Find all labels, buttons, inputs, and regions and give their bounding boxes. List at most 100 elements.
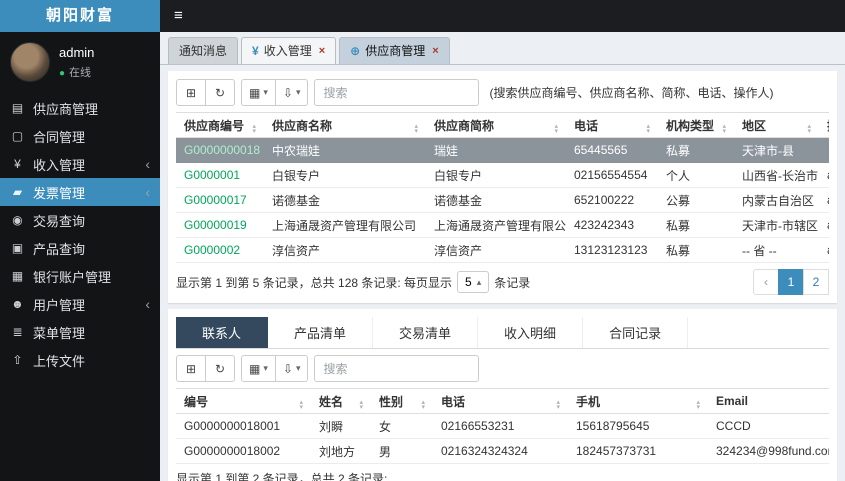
refresh-button[interactable]: ↻ <box>205 79 235 106</box>
table-row[interactable]: G0000000018 中农瑞娃 瑞娃 65445565 私募 天津市-县 <box>176 137 829 163</box>
circle-plus-icon: ⊕ <box>350 43 361 58</box>
column-header[interactable]: 供应商名称 ▴ ▾ <box>264 112 426 138</box>
toggle-view-button[interactable]: ⊞ <box>176 79 206 106</box>
column-header[interactable]: 操作人▴▾ <box>819 112 829 138</box>
sort-icon: ▴ ▾ <box>359 398 363 411</box>
user-panel: admin ● 在线 <box>0 32 160 94</box>
table-cell: 上海通晟资产管理有限公司 <box>264 212 426 238</box>
table-cell: 私募 <box>658 137 734 163</box>
invoice-icon: ▰ <box>12 185 23 199</box>
sidebar-item-invoice-management[interactable]: ▰ 发票管理 ‹ <box>0 178 160 206</box>
table-row[interactable]: G0000000018001 刘瞬女 02166553231 15618795645 C… <box>176 413 829 439</box>
detail-tab-contract-records[interactable]: 合同记录 <box>583 317 689 348</box>
sidebar-item-product-query[interactable]: ▣ 产品查询 <box>0 234 160 262</box>
table-cell: admin <box>819 162 829 188</box>
table-cell: 中农瑞娃 <box>264 137 426 163</box>
column-header[interactable]: 电话 ▴ ▾ <box>566 112 658 138</box>
refresh-icon: ↻ <box>214 361 226 376</box>
columns-button[interactable]: ▦ ▾ <box>241 355 276 382</box>
column-header[interactable]: 手机 ▴ ▾ <box>568 388 708 414</box>
supplier-grid: 供应商编号 ▴▾ 供应商名称 ▴▾ 供应商简称 ▴▾ 电话 ▴▾ 机构类型 ▴▾ 地区 ▴▾ 操作人▴▾… <box>176 112 829 263</box>
sidebar-item-income-management[interactable]: ¥ 收入管理 ‹ <box>0 150 160 178</box>
supplier-pagination: 显示第 1 到第 5 条记录，总共 128 条记录: 每页显示 5 ▴ 条记录 … <box>176 269 829 295</box>
close-tab-icon[interactable]: × <box>432 45 438 57</box>
table-row[interactable]: G0000001白银专户白银专户02156554554个人山西省-长治市admi… <box>176 162 829 188</box>
sidebar-item-label: 交易查询 <box>33 213 86 229</box>
table-row[interactable]: G00000019 上海通晟资产管理有限公司 上海通晟资产管理有限公司 4232423… <box>176 212 829 238</box>
sidebar-item-upload-file[interactable]: ⇧ 上传文件 <box>0 346 160 374</box>
column-header[interactable]: 供应商简称 ▴ ▾ <box>426 112 566 138</box>
user-status: ● 在线 <box>59 64 94 80</box>
sidebar-item-transaction-query[interactable]: ◉ 交易查询 <box>0 206 160 234</box>
table-cell: 15618795645 <box>568 413 708 439</box>
prev-page-button[interactable]: ‹ <box>753 269 779 295</box>
supplier-code-link[interactable]: G00000017 <box>176 187 264 213</box>
column-header[interactable]: 地区 ▴ ▾ <box>734 112 819 138</box>
column-header-label: 姓名 <box>319 394 344 409</box>
sort-icon: ▴ ▾ <box>252 122 256 135</box>
tab-income-management[interactable]: ¥ 收入管理 × <box>241 37 337 64</box>
caret-up-icon: ▴ <box>476 276 482 287</box>
toggle-view-button[interactable]: ⊞ <box>176 355 206 382</box>
column-header[interactable]: 性别 ▴ ▾ <box>371 388 433 414</box>
supplier-code-link[interactable]: G0000002 <box>176 237 264 263</box>
page-size-select[interactable]: 5 ▴ <box>457 271 490 293</box>
sidebar-item-contract-management[interactable]: ▢ 合同管理 <box>0 122 160 150</box>
detail-tab-contacts[interactable]: 联系人 <box>176 317 269 348</box>
sidebar-item-user-management[interactable]: ☻ 用户管理 ‹ <box>0 290 160 318</box>
table-cell: 652100222 <box>566 187 658 213</box>
avatar[interactable] <box>10 42 50 82</box>
supplier-search-input[interactable] <box>314 79 480 106</box>
sort-icon: ▴ ▾ <box>646 122 650 135</box>
sort-icon: ▴ ▾ <box>722 122 726 135</box>
column-header[interactable]: 机构类型 ▴ ▾ <box>658 112 734 138</box>
export-button[interactable]: ⇩ ▾ <box>274 79 309 106</box>
column-header[interactable]: Email <box>708 388 829 414</box>
page-button-2[interactable]: 2 <box>803 269 829 295</box>
table-cell: 天津市-县 <box>734 137 819 163</box>
close-tab-icon[interactable]: × <box>319 45 325 57</box>
contact-search-input[interactable] <box>314 355 480 382</box>
sidebar-item-label: 菜单管理 <box>33 325 86 341</box>
menu-list-icon: ≣ <box>12 325 23 339</box>
tabs-bar: 通知消息 ¥ 收入管理 × ⊕ 供应商管理 × <box>160 32 845 65</box>
sort-icon: ▴ ▾ <box>299 398 303 411</box>
supplier-code-link[interactable]: G0000001 <box>176 162 264 188</box>
column-header-label: 供应商名称 <box>272 118 333 133</box>
detail-tab-income-detail[interactable]: 收入明细 <box>478 317 584 348</box>
table-cell: 女 <box>371 413 433 439</box>
export-button[interactable]: ⇩ ▾ <box>274 355 309 382</box>
table-cell: 私募 <box>658 237 734 263</box>
contact-pagination-info: 显示第 1 到第 2 条记录，总共 2 条记录: <box>176 472 388 481</box>
sidebar-menu: ▤ 供应商管理 ▢ 合同管理 ¥ 收入管理 ‹ ▰ 发票管理 ‹ ◉ 交易查询 ▣ 产品查询 ▦ 银行账户管理… <box>0 94 160 374</box>
caret-down-icon: ▾ <box>263 363 268 373</box>
page-button-1[interactable]: 1 <box>778 269 804 295</box>
column-header[interactable]: 姓名 ▴ ▾ <box>311 388 371 414</box>
column-header-label: 性别 <box>379 394 404 409</box>
tab-supplier-management[interactable]: ⊕ 供应商管理 × <box>339 37 450 64</box>
detail-tab-transaction-list[interactable]: 交易清单 <box>373 317 479 348</box>
supplier-code-link[interactable]: G0000000018 <box>176 137 264 163</box>
sidebar-item-menu-management[interactable]: ≣ 菜单管理 <box>0 318 160 346</box>
supplier-code-link[interactable]: G00000019 <box>176 212 264 238</box>
column-header-label: 电话 <box>441 394 466 409</box>
columns-button[interactable]: ▦ ▾ <box>241 79 276 106</box>
table-row[interactable]: G0000000018002 刘地方男 0216324324324 182457373… <box>176 438 829 464</box>
table-row[interactable]: G00000017诺德基金诺德基金652100222公募内蒙古自治区admin <box>176 187 829 213</box>
column-header-label: 操作人 <box>827 119 829 133</box>
sort-icon: ▴ ▾ <box>556 398 560 411</box>
hamburger-icon[interactable]: ≡ <box>160 0 197 32</box>
column-header[interactable]: 供应商编号 ▴ ▾ <box>176 112 264 138</box>
sidebar-item-supplier-management[interactable]: ▤ 供应商管理 <box>0 94 160 122</box>
search-hint: (搜索供应商编号、供应商名称、简称、电话、操作人) <box>489 86 774 100</box>
supplier-toolbar: ⊞ ↻ ▦▾ ⇩▾ (搜索供应商编号、供应商名称、简称、电话、操作人) <box>176 79 829 106</box>
column-header[interactable]: 电话 ▴ ▾ <box>433 388 568 414</box>
refresh-button[interactable]: ↻ <box>205 355 235 382</box>
table-row[interactable]: G0000002淳信资产淳信资产13123123123私募-- 省 --admi… <box>176 237 829 263</box>
tab-notifications[interactable]: 通知消息 <box>168 37 239 64</box>
sidebar-item-bank-account-management[interactable]: ▦ 银行账户管理 <box>0 262 160 290</box>
detail-tab-product-list[interactable]: 产品清单 <box>268 317 374 348</box>
column-header[interactable]: 编号 ▴ ▾ <box>176 388 311 414</box>
sort-icon: ▴ ▾ <box>696 398 700 411</box>
top-bar: 朝阳财富 ≡ <box>0 0 845 32</box>
